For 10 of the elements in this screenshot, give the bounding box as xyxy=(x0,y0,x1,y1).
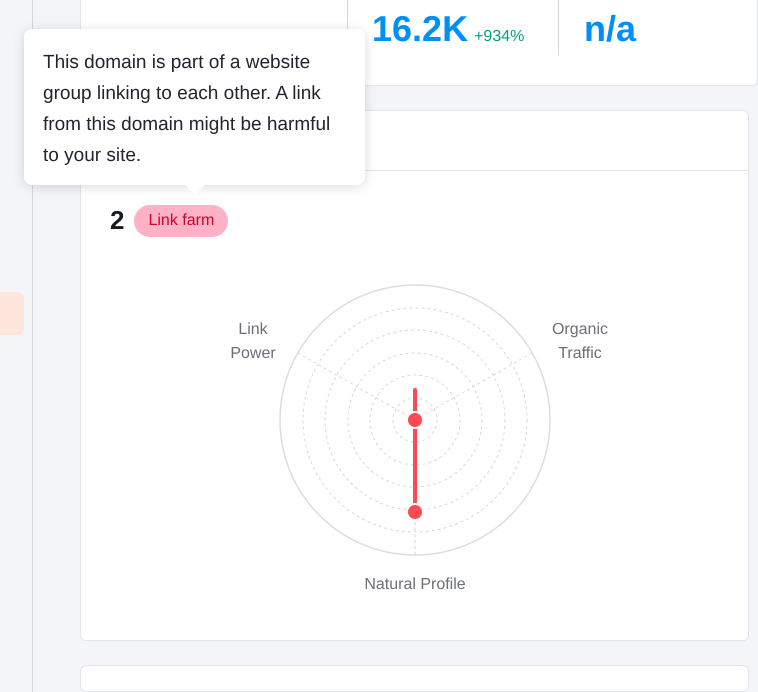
metric-value: n/a xyxy=(584,11,636,47)
count-value: 2 xyxy=(110,204,124,237)
axis-label: Natural Profile xyxy=(363,575,467,595)
metric-value: 16.2K xyxy=(372,11,468,47)
link-farm-badge: Link farm xyxy=(134,204,228,236)
tooltip-text: This domain is part of a website group linking to each other. A link from this domain might be harmful to your site. xyxy=(43,51,332,168)
sidebar-highlight xyxy=(0,292,24,335)
metric-change: +934% xyxy=(474,27,524,47)
axis-label: Link Power xyxy=(229,320,277,364)
axis-label: Organic Traffic xyxy=(550,320,610,364)
